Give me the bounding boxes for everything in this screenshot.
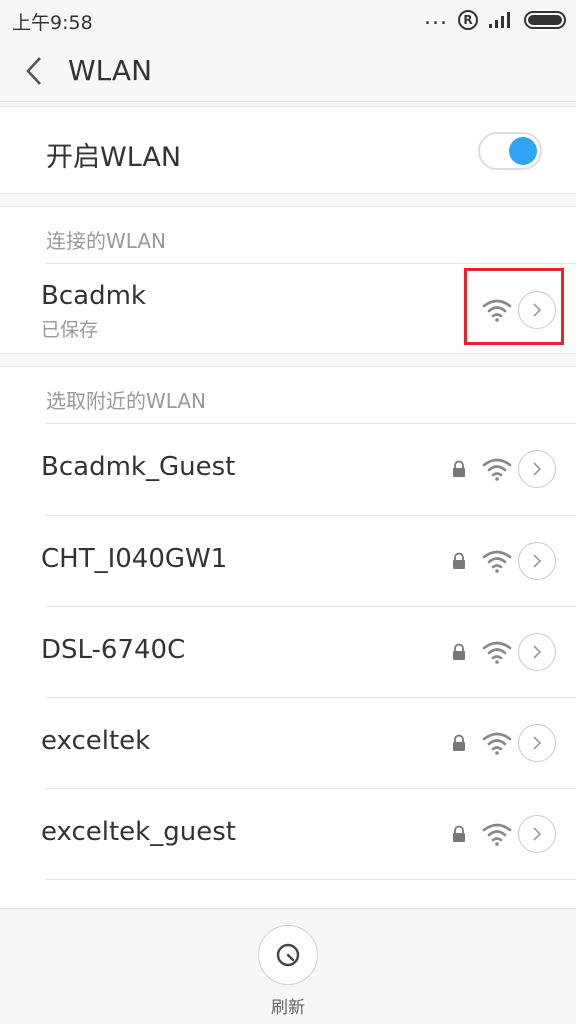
refresh-label: 刷新	[271, 998, 305, 1018]
bottom-bar: 刷新	[0, 908, 576, 1024]
network-detail-button[interactable]	[518, 633, 556, 671]
network-detail-button[interactable]	[518, 542, 556, 580]
battery-icon	[524, 11, 566, 29]
chevron-right-icon	[533, 827, 542, 841]
section-title-nearby: 选取附近的WLAN	[46, 389, 207, 413]
status-bar: 上午9:58 ... R	[0, 0, 576, 40]
chevron-right-icon	[533, 462, 542, 476]
toggle-knob	[509, 137, 537, 165]
status-time: 上午9:58	[12, 12, 93, 34]
network-detail-button[interactable]	[518, 724, 556, 762]
network-row[interactable]: exceltek_guest	[0, 788, 576, 879]
chevron-right-icon	[533, 645, 542, 659]
network-row[interactable]: CHT_I040GW1	[0, 515, 576, 606]
wlan-toggle-switch[interactable]	[478, 132, 542, 170]
network-name: CHT_I040GW1	[41, 544, 228, 574]
network-row[interactable]: exceltek	[0, 697, 576, 788]
network-name: Bcadmk_Guest	[41, 452, 236, 482]
chevron-right-icon	[533, 736, 542, 750]
signal-strength-icon	[489, 12, 510, 28]
network-name: DSL-6740C	[41, 635, 186, 665]
lock-icon	[453, 552, 465, 569]
highlight-box	[464, 268, 564, 345]
network-name: exceltek_guest	[41, 817, 236, 847]
wifi-signal-icon	[482, 458, 512, 481]
more-notifications-icon: ...	[424, 5, 448, 30]
lock-icon	[453, 734, 465, 751]
wifi-signal-icon	[482, 550, 512, 573]
wifi-signal-icon	[482, 823, 512, 846]
chevron-right-icon	[533, 554, 542, 568]
network-name: Bcadmk	[41, 281, 146, 311]
refresh-icon	[276, 943, 300, 967]
wifi-signal-icon	[482, 732, 512, 755]
divider	[46, 263, 576, 264]
network-status: 已保存	[41, 319, 99, 341]
network-name: exceltek	[41, 726, 151, 756]
nearby-wlan-section: 选取附近的WLAN Bcadmk_Guest CHT_I040GW1 DSL-6…	[0, 366, 576, 908]
wlan-toggle-row: 开启WLAN	[0, 106, 576, 194]
wlan-toggle-label: 开启WLAN	[46, 142, 182, 173]
lock-icon	[453, 643, 465, 660]
lock-icon	[453, 460, 465, 477]
section-title-connected: 连接的WLAN	[46, 229, 167, 253]
network-detail-button[interactable]	[518, 815, 556, 853]
page-title: WLAN	[68, 54, 153, 87]
back-button[interactable]	[20, 52, 56, 90]
network-row[interactable]: Bcadmk_Guest	[0, 423, 576, 514]
app-header: WLAN	[0, 40, 576, 102]
network-row[interactable]: DSL-6740C	[0, 606, 576, 697]
registered-icon: R	[458, 10, 478, 30]
network-row-partial[interactable]	[0, 879, 576, 908]
wifi-signal-icon	[482, 641, 512, 664]
chevron-left-icon	[26, 57, 41, 85]
status-icons: ... R	[424, 5, 566, 32]
lock-icon	[453, 825, 465, 842]
refresh-button[interactable]	[258, 925, 318, 985]
network-detail-button[interactable]	[518, 450, 556, 488]
